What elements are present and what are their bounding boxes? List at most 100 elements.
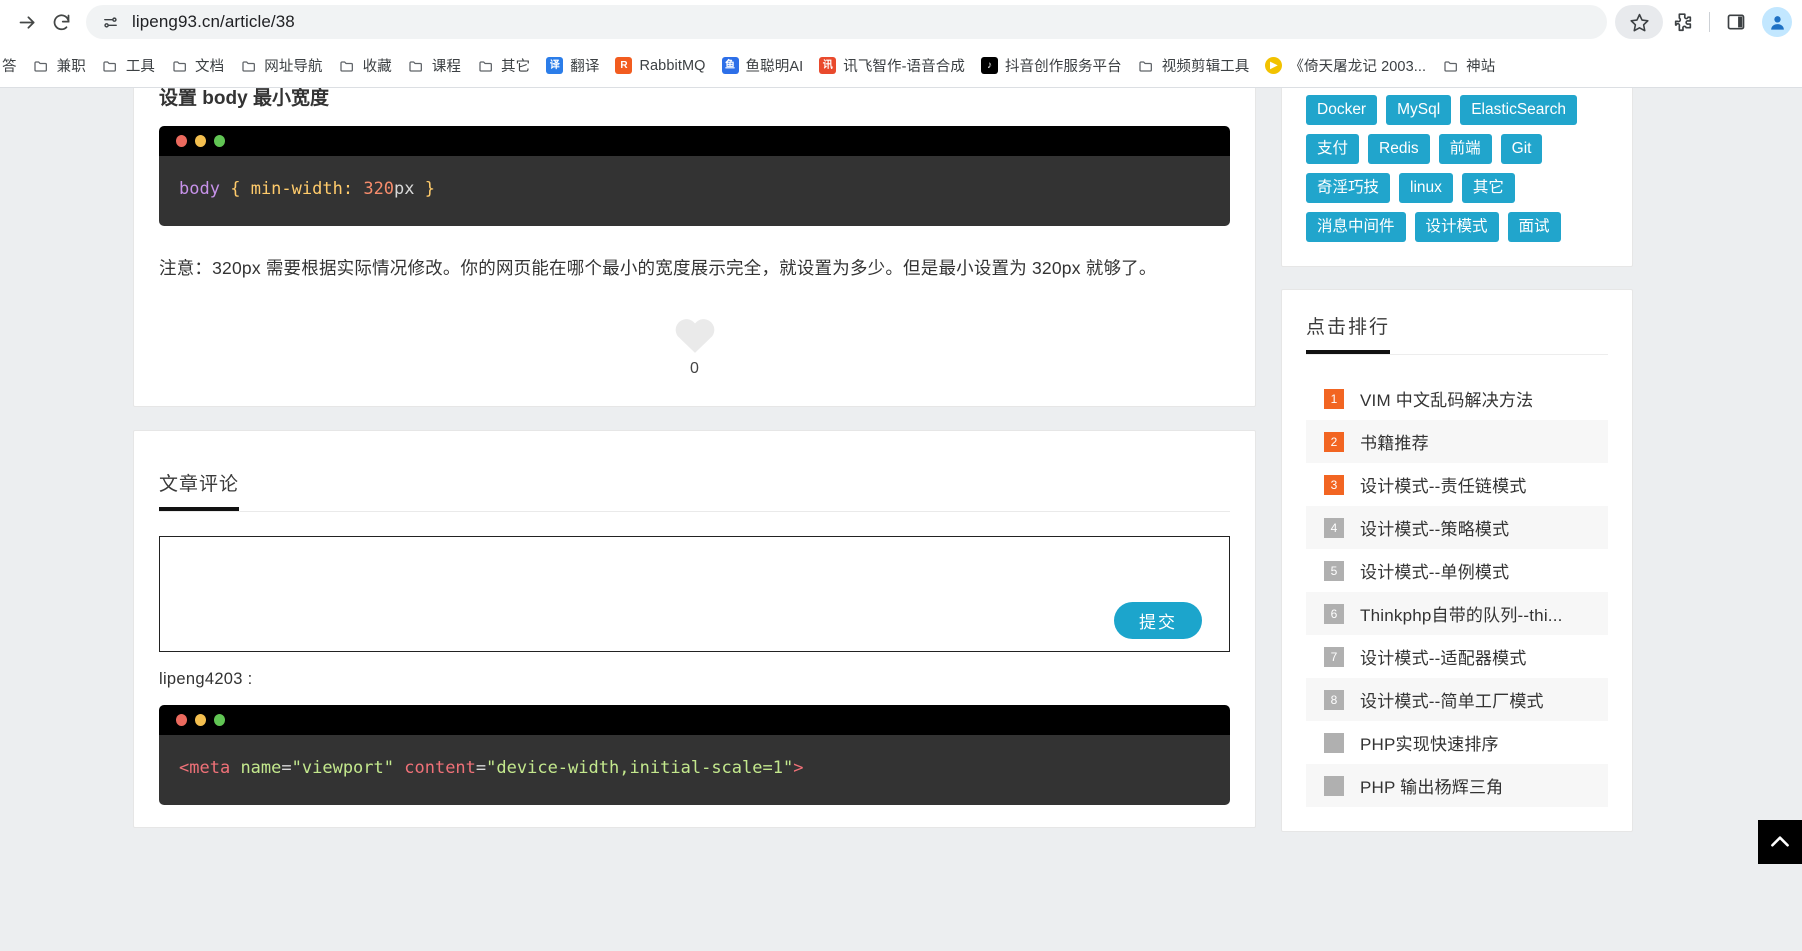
code-token: body bbox=[179, 179, 220, 199]
tag-item[interactable]: 消息中间件 bbox=[1306, 212, 1406, 242]
toolbar-right-actions bbox=[1615, 5, 1792, 39]
rank-item-title: 设计模式--简单工厂模式 bbox=[1360, 692, 1544, 711]
tag-item[interactable]: MySql bbox=[1386, 95, 1452, 125]
rank-list-item[interactable]: PHP实现快速排序 bbox=[1306, 721, 1608, 764]
bookmark-item[interactable]: R RabbitMQ bbox=[607, 52, 713, 80]
bookmark-item[interactable]: 工具 bbox=[94, 52, 163, 80]
code-token: content bbox=[404, 758, 476, 778]
article-section-heading: 设置 body 最小宽度 bbox=[159, 88, 329, 109]
bookmark-label: 收藏 bbox=[362, 59, 392, 75]
tag-item[interactable]: Redis bbox=[1368, 134, 1430, 164]
tag-item[interactable]: Git bbox=[1500, 134, 1543, 164]
bookmark-item[interactable]: ▶ 《倚天屠龙记 2003... bbox=[1257, 52, 1434, 80]
bookmark-item[interactable]: 鱼鱼聪明AI bbox=[714, 52, 812, 80]
rank-badge bbox=[1324, 775, 1344, 796]
bookmark-item[interactable]: 网址导航 bbox=[232, 52, 330, 80]
address-bar[interactable]: lipeng93.cn/article/38 bbox=[86, 5, 1607, 39]
rank-list-item[interactable]: 3 设计模式--责任链模式 bbox=[1306, 463, 1608, 506]
bookmark-item[interactable]: ♪ 抖音创作服务平台 bbox=[973, 52, 1130, 80]
bookmark-label: 翻译 bbox=[570, 59, 600, 75]
bookmark-label: 视频剪辑工具 bbox=[1161, 59, 1250, 75]
rank-list-item[interactable]: 7 设计模式--适配器模式 bbox=[1306, 635, 1608, 678]
bookmark-item[interactable]: 课程 bbox=[400, 52, 469, 80]
like-widget[interactable]: 0 bbox=[159, 313, 1230, 378]
tags-card: 常用标签 PHPLaravel微信小程序DockerMySqlElasticSe… bbox=[1281, 88, 1633, 267]
rank-item-title: 书籍推荐 bbox=[1360, 434, 1429, 453]
scroll-to-top-button[interactable] bbox=[1758, 820, 1802, 864]
comment-input-box[interactable]: 提交 bbox=[159, 536, 1230, 652]
tag-item[interactable]: 设计模式 bbox=[1414, 212, 1499, 242]
tag-item[interactable]: 奇淫巧技 bbox=[1306, 173, 1391, 203]
bookmark-item[interactable]: 收藏 bbox=[331, 52, 400, 80]
toolbar-divider bbox=[1709, 12, 1710, 32]
bookmark-item[interactable]: 兼职 bbox=[25, 52, 94, 80]
rank-list-item[interactable]: 6 Thinkphp自带的队列--thi... bbox=[1306, 592, 1608, 635]
bookmark-label: 讯飞智作-语音合成 bbox=[843, 59, 965, 75]
browser-chrome: lipeng93.cn/article/38 答 兼职 工具 文档 网址导航 收… bbox=[0, 0, 1802, 88]
tag-item[interactable]: ElasticSearch bbox=[1460, 95, 1577, 125]
site-settings-icon[interactable] bbox=[100, 12, 120, 32]
folder-icon bbox=[1138, 57, 1155, 74]
rank-list-item[interactable]: 5 设计模式--单例模式 bbox=[1306, 549, 1608, 592]
address-bar-url: lipeng93.cn/article/38 bbox=[132, 12, 295, 31]
folder-icon bbox=[477, 57, 494, 74]
code-block-titlebar bbox=[159, 126, 1230, 156]
bookmark-label: 兼职 bbox=[56, 59, 86, 75]
rank-list-item[interactable]: PHP 输出杨辉三角 bbox=[1306, 764, 1608, 807]
rank-list-item[interactable]: 8 设计模式--简单工厂模式 bbox=[1306, 678, 1608, 721]
folder-icon bbox=[339, 57, 356, 74]
rank-item-title: PHP实现快速排序 bbox=[1360, 735, 1499, 754]
rank-list-item[interactable]: 2 书籍推荐 bbox=[1306, 420, 1608, 463]
bookmark-star-button[interactable] bbox=[1615, 5, 1663, 39]
rank-badge: 4 bbox=[1324, 517, 1344, 538]
folder-icon bbox=[171, 57, 188, 74]
bookmark-item[interactable]: 视频剪辑工具 bbox=[1130, 52, 1258, 80]
bookmark-item[interactable]: 译翻译 bbox=[538, 52, 607, 80]
bookmark-item[interactable]: 其它 bbox=[469, 52, 538, 80]
rank-card-title: 点击排行 bbox=[1306, 312, 1391, 354]
tag-item[interactable]: Docker bbox=[1306, 95, 1378, 125]
video-icon: ▶ bbox=[1265, 57, 1283, 74]
arrow-forward-icon bbox=[19, 15, 34, 29]
douyin-icon: ♪ bbox=[980, 57, 998, 74]
tag-item[interactable]: 其它 bbox=[1461, 173, 1515, 203]
heart-icon[interactable] bbox=[673, 313, 717, 355]
traffic-light-minimize-icon bbox=[195, 135, 206, 147]
bookmark-item[interactable]: 讯讯飞智作-语音合成 bbox=[811, 52, 973, 80]
rank-item-title: 设计模式--单例模式 bbox=[1360, 563, 1510, 582]
tag-item[interactable]: 支付 bbox=[1306, 134, 1360, 164]
rank-badge: 3 bbox=[1324, 474, 1344, 495]
extensions-button[interactable] bbox=[1665, 5, 1701, 39]
reload-button[interactable] bbox=[44, 5, 78, 39]
comment-textarea[interactable] bbox=[160, 537, 1229, 597]
bookmark-item[interactable]: 文档 bbox=[163, 52, 232, 80]
tag-list: PHPLaravel微信小程序DockerMySqlElasticSearch支… bbox=[1306, 88, 1608, 242]
bookmark-item[interactable]: 神站 bbox=[1434, 52, 1503, 80]
code-token: name bbox=[240, 758, 282, 778]
bookmark-label: 答 bbox=[2, 59, 17, 75]
main-column: 设置 body 最小宽度 body { min-width: 320px } 注… bbox=[133, 88, 1256, 828]
bookmark-item[interactable]: 答 bbox=[2, 52, 25, 80]
traffic-light-maximize-icon bbox=[214, 135, 225, 147]
traffic-light-close-icon bbox=[176, 135, 187, 147]
rank-list-item[interactable]: 1 VIM 中文乱码解决方法 bbox=[1306, 377, 1608, 420]
extensions-puzzle-icon bbox=[1674, 13, 1692, 32]
code-token: > bbox=[793, 758, 804, 778]
forward-button[interactable] bbox=[10, 5, 44, 39]
bookmark-label: 抖音创作服务平台 bbox=[1004, 59, 1122, 75]
code-token: = bbox=[475, 758, 487, 778]
bookmark-star-icon bbox=[1629, 13, 1649, 31]
code-token: "viewport" bbox=[291, 758, 394, 778]
rank-list-item[interactable]: 4 设计模式--策略模式 bbox=[1306, 506, 1608, 549]
tag-item[interactable]: 面试 bbox=[1507, 212, 1561, 242]
profile-avatar[interactable] bbox=[1762, 7, 1792, 37]
comment-submit-button[interactable]: 提交 bbox=[1114, 602, 1202, 639]
code-token: "device-width,initial-scale=1" bbox=[486, 758, 794, 778]
tag-item[interactable]: linux bbox=[1399, 173, 1453, 203]
tag-item[interactable]: 前端 bbox=[1438, 134, 1492, 164]
side-panel-button[interactable] bbox=[1718, 5, 1754, 39]
